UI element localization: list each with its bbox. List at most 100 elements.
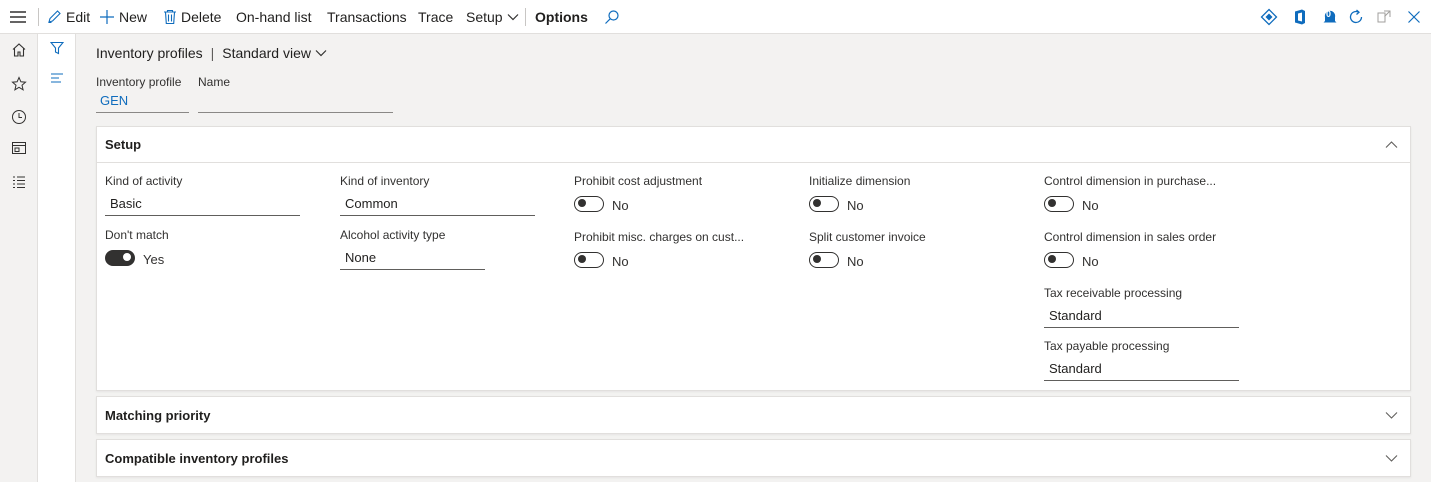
prohibit-cost-adjustment-toggle-row[interactable]: No (574, 194, 774, 213)
office-icon[interactable] (1290, 7, 1310, 27)
setup-fasttab-header[interactable]: Setup (97, 127, 1410, 163)
toggle-knob (578, 199, 586, 207)
split-customer-invoice-field[interactable]: Split customer invoice No (809, 230, 1009, 269)
pencil-icon (46, 9, 62, 25)
transactions-label: Transactions (327, 9, 407, 25)
tax-payable-processing-input[interactable]: Standard (1044, 359, 1239, 381)
tax-receivable-processing-label: Tax receivable processing (1044, 286, 1183, 300)
toggle-knob (1048, 199, 1056, 207)
compatible-profiles-title: Compatible inventory profiles (105, 450, 289, 466)
delete-button[interactable]: Delete (163, 0, 221, 34)
toolbar-divider (525, 8, 526, 26)
control-dim-sales-toggle[interactable] (1044, 251, 1074, 268)
home-icon[interactable] (9, 40, 29, 60)
chevron-down-icon (1384, 408, 1398, 422)
prohibit-misc-charges-toggle[interactable] (574, 251, 604, 268)
onhand-list-button[interactable]: On-hand list (236, 0, 311, 34)
options-button[interactable]: Options (535, 0, 588, 34)
trace-label: Trace (418, 9, 454, 25)
toggle-knob (123, 253, 131, 261)
control-dim-purchase-toggle-row[interactable]: No (1044, 194, 1244, 213)
tax-receivable-processing-input[interactable]: Standard (1044, 306, 1239, 328)
control-dim-purchase-field[interactable]: Control dimension in purchase... No (1044, 174, 1244, 213)
view-selector[interactable]: Standard view (222, 45, 327, 61)
initialize-dimension-value: No (847, 198, 864, 213)
kind-of-activity-label: Kind of activity (105, 174, 183, 188)
name-input[interactable] (198, 93, 393, 113)
prohibit-cost-adjustment-value: No (612, 198, 629, 213)
control-dim-sales-toggle-row[interactable]: No (1044, 250, 1244, 269)
page-title: Inventory profiles (96, 45, 203, 61)
initialize-dimension-toggle[interactable] (809, 195, 839, 212)
dont-match-toggle[interactable] (105, 249, 135, 266)
setup-menu-button[interactable]: Setup (466, 0, 519, 34)
show-list-icon[interactable] (49, 70, 65, 86)
kind-of-activity-input[interactable]: Basic (105, 194, 300, 216)
kind-of-activity-field[interactable]: Kind of activity Basic (105, 174, 300, 216)
favorites-star-icon[interactable] (9, 74, 29, 94)
open-in-new-window-icon[interactable] (1374, 7, 1394, 27)
split-customer-invoice-toggle[interactable] (809, 251, 839, 268)
onhand-list-label: On-hand list (236, 9, 312, 25)
kind-of-inventory-field[interactable]: Kind of inventory Common (340, 174, 535, 216)
transactions-button[interactable]: Transactions (327, 0, 407, 34)
setup-fasttab-title: Setup (105, 137, 142, 152)
chevron-down-icon (1384, 451, 1398, 465)
modules-list-icon[interactable] (9, 172, 29, 192)
new-button[interactable]: New (99, 0, 147, 34)
workspaces-icon[interactable] (9, 138, 29, 158)
matching-priority-title: Matching priority (105, 407, 211, 423)
tax-payable-processing-label: Tax payable processing (1044, 339, 1170, 353)
chevron-down-icon (315, 49, 327, 57)
tax-receivable-processing-field[interactable]: Tax receivable processing Standard (1044, 286, 1239, 328)
alcohol-activity-type-input[interactable]: None (340, 248, 485, 270)
prohibit-misc-charges-field[interactable]: Prohibit misc. charges on cust... No (574, 230, 774, 269)
prohibit-cost-adjustment-field[interactable]: Prohibit cost adjustment No (574, 174, 774, 213)
prohibit-misc-charges-toggle-row[interactable]: No (574, 250, 774, 269)
initialize-dimension-toggle-row[interactable]: No (809, 194, 1009, 213)
search-button[interactable] (604, 0, 620, 34)
breadcrumb: Inventory profiles | Standard view (96, 45, 327, 61)
navigation-pane (0, 34, 38, 482)
dont-match-value: Yes (143, 252, 165, 267)
setup-menu-label: Setup (466, 9, 503, 25)
trace-button[interactable]: Trace (418, 0, 453, 34)
filter-icon[interactable] (49, 40, 65, 56)
tax-payable-processing-field[interactable]: Tax payable processing Standard (1044, 339, 1239, 381)
hamburger-menu-icon[interactable] (8, 8, 28, 26)
kind-of-inventory-input[interactable]: Common (340, 194, 535, 216)
recent-clock-icon[interactable] (9, 107, 29, 127)
notifications-button[interactable]: 0 (1320, 7, 1340, 27)
action-pane: Edit New Delete On-hand list Transaction… (0, 0, 1431, 34)
options-label: Options (535, 9, 588, 25)
compatible-profiles-fasttab-header[interactable]: Compatible inventory profiles (97, 440, 1410, 476)
control-dim-sales-label: Control dimension in sales order (1044, 230, 1217, 244)
view-selector-label: Standard view (222, 45, 311, 61)
setup-fasttab: Setup Kind of activity Basic Don't match… (96, 126, 1411, 391)
matching-priority-fasttab-header[interactable]: Matching priority (97, 397, 1410, 433)
close-icon[interactable] (1404, 7, 1424, 27)
control-dim-sales-field[interactable]: Control dimension in sales order No (1044, 230, 1244, 269)
toggle-knob (1048, 255, 1056, 263)
edit-button[interactable]: Edit (46, 0, 90, 34)
power-apps-icon[interactable] (1259, 7, 1279, 27)
trash-icon (163, 9, 177, 25)
toggle-knob (813, 199, 821, 207)
refresh-icon[interactable] (1346, 7, 1366, 27)
delete-label: Delete (181, 9, 222, 25)
alcohol-activity-type-field[interactable]: Alcohol activity type None (340, 228, 485, 270)
name-field[interactable]: Name (198, 75, 393, 113)
inventory-profile-field[interactable]: Inventory profile GEN (96, 75, 189, 113)
initialize-dimension-field[interactable]: Initialize dimension No (809, 174, 1009, 213)
new-label: New (119, 9, 148, 25)
split-customer-invoice-toggle-row[interactable]: No (809, 250, 1009, 269)
compatible-profiles-fasttab: Compatible inventory profiles (96, 439, 1411, 477)
kind-of-inventory-label: Kind of inventory (340, 174, 430, 188)
setup-fasttab-body: Kind of activity Basic Don't match Yes K… (97, 163, 1410, 391)
dont-match-field[interactable]: Don't match Yes (105, 228, 300, 267)
prohibit-cost-adjustment-toggle[interactable] (574, 195, 604, 212)
main-content: Inventory profiles | Standard view Inven… (76, 34, 1431, 482)
inventory-profile-value[interactable]: GEN (96, 93, 189, 113)
dont-match-toggle-row[interactable]: Yes (105, 248, 300, 267)
control-dim-purchase-toggle[interactable] (1044, 195, 1074, 212)
